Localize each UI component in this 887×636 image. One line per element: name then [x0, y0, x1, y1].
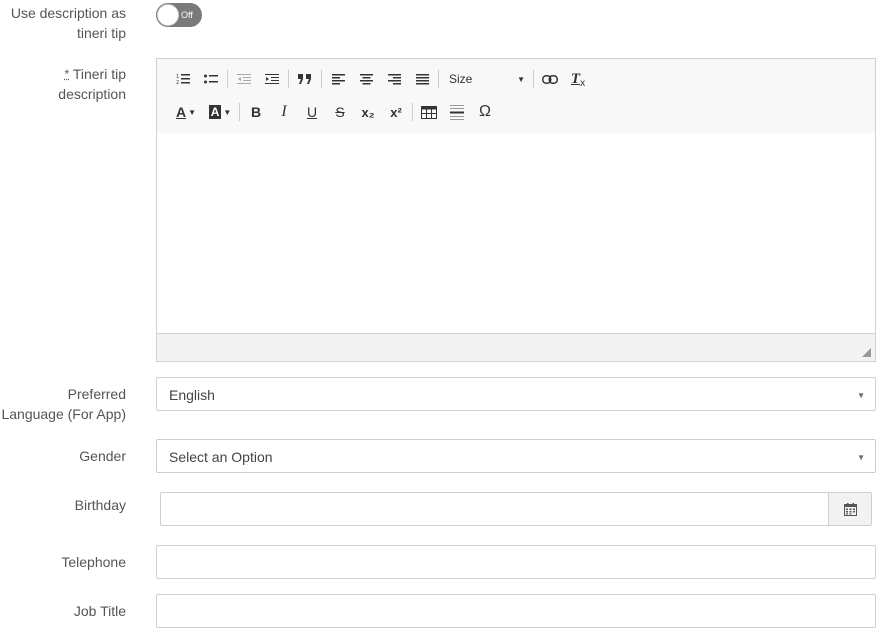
telephone-input[interactable]: [156, 545, 876, 579]
resize-handle-icon[interactable]: [862, 348, 871, 357]
chevron-down-icon: ▼: [517, 74, 525, 84]
use-description-toggle[interactable]: Off: [156, 3, 202, 27]
align-justify-icon[interactable]: [408, 66, 436, 92]
gender-select[interactable]: Select an Option ▼: [156, 439, 876, 473]
editor-content-area[interactable]: [157, 134, 875, 334]
link-icon[interactable]: [536, 66, 564, 92]
clear-format-icon[interactable]: Tx: [564, 66, 592, 92]
editor-status-bar: [157, 333, 875, 361]
outdent-icon[interactable]: [230, 66, 258, 92]
birthday-label: Birthday: [74, 497, 126, 513]
chevron-down-icon: ▼: [857, 453, 865, 462]
toggle-knob: [157, 4, 179, 26]
horizontal-line-icon[interactable]: [443, 99, 471, 125]
telephone-label: Telephone: [61, 554, 126, 570]
toolbar-separator: [412, 103, 413, 121]
background-color-icon[interactable]: A ▼: [203, 99, 237, 125]
italic-icon[interactable]: I: [270, 99, 298, 125]
indent-icon[interactable]: [258, 66, 286, 92]
toolbar-separator: [239, 103, 240, 121]
gender-label: Gender: [79, 448, 126, 464]
selected-value: Select an Option: [169, 449, 273, 465]
preferred-language-select[interactable]: English ▼: [156, 377, 876, 411]
special-character-icon[interactable]: Ω: [471, 99, 499, 125]
numbered-list-icon[interactable]: 12: [169, 66, 197, 92]
rich-text-editor: 12 Size ▼ T x A ▼ A ▼ B I U S x₂ x² Ω: [156, 58, 876, 362]
selected-value: English: [169, 387, 215, 403]
svg-text:2: 2: [176, 80, 179, 85]
job-title-input[interactable]: [156, 594, 876, 628]
toggle-state-text: Off: [181, 10, 193, 20]
calendar-button[interactable]: [828, 493, 871, 525]
subscript-icon[interactable]: x₂: [354, 99, 382, 125]
blockquote-icon[interactable]: [291, 66, 319, 92]
job-title-label: Job Title: [73, 603, 126, 619]
use-description-label: Use description as tineri tip: [10, 5, 126, 41]
text-color-icon[interactable]: A ▼: [169, 99, 203, 125]
tip-description-label: * Tineri tip description: [58, 66, 126, 102]
font-size-select[interactable]: Size ▼: [441, 66, 531, 92]
strikethrough-icon[interactable]: S: [326, 99, 354, 125]
align-center-icon[interactable]: [352, 66, 380, 92]
table-icon[interactable]: [415, 99, 443, 125]
superscript-icon[interactable]: x²: [382, 99, 410, 125]
required-marker: *: [64, 67, 70, 81]
toolbar-separator: [321, 70, 322, 88]
toolbar-separator: [533, 70, 534, 88]
toolbar-separator: [438, 70, 439, 88]
bold-icon[interactable]: B: [242, 99, 270, 125]
bulleted-list-icon[interactable]: [197, 66, 225, 92]
toolbar-row-1: 12 Size ▼ T x: [169, 65, 592, 93]
editor-toolbar: 12 Size ▼ T x A ▼ A ▼ B I U S x₂ x² Ω: [157, 59, 875, 135]
toolbar-separator: [288, 70, 289, 88]
birthday-input[interactable]: [160, 492, 872, 526]
underline-icon[interactable]: U: [298, 99, 326, 125]
chevron-down-icon: ▼: [857, 391, 865, 400]
preferred-language-label: Preferred Language (For App): [1, 386, 126, 422]
toolbar-row-2: A ▼ A ▼ B I U S x₂ x² Ω: [169, 98, 499, 126]
toolbar-separator: [227, 70, 228, 88]
align-right-icon[interactable]: [380, 66, 408, 92]
font-size-label: Size: [449, 72, 473, 86]
calendar-icon: [843, 502, 857, 516]
align-left-icon[interactable]: [324, 66, 352, 92]
